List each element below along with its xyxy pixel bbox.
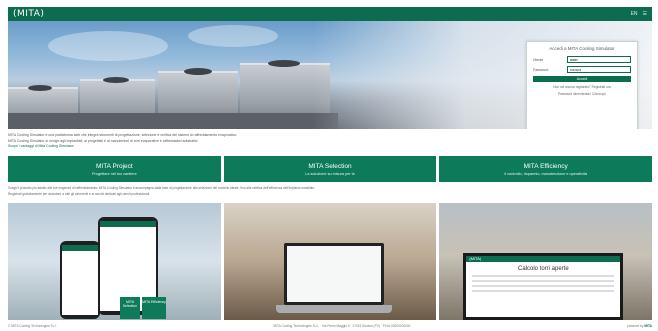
user-label: Utente: [533, 57, 544, 62]
login-user-row: Utente: [533, 56, 631, 63]
description-line: Registrati gratuitamente per accedere a …: [8, 192, 151, 196]
image-panels: MITA Selection MITA Efficiency (MITA) Ca…: [8, 203, 653, 320]
fan-icon: [103, 77, 129, 83]
hero-cloud: [48, 31, 168, 61]
login-panel: Accedi a MITA Cooling Simulator Utente P…: [526, 41, 638, 129]
footer-brand[interactable]: MITA: [644, 324, 652, 328]
tile-title: MITA Selection: [308, 162, 352, 170]
language-selector[interactable]: EN: [631, 11, 638, 17]
hero-pipes: [8, 113, 338, 129]
register-link[interactable]: Non sei ancora registrato? Registrati or…: [533, 85, 631, 89]
forgot-password-link[interactable]: Password dimenticata? Clicca qui: [533, 92, 631, 96]
phone-tile: MITA Efficiency: [142, 297, 166, 319]
login-title: Accedi a MITA Cooling Simulator: [549, 46, 615, 51]
footer-address: MITA Cooling Technologies S.r.l. · Via P…: [273, 324, 411, 328]
password-input[interactable]: [567, 66, 631, 73]
hero-banner: Accedi a MITA Cooling Simulator Utente P…: [8, 21, 652, 129]
product-tiles: MITA Project Progettare nel tuo cantiere…: [8, 156, 653, 182]
tile-mita-project[interactable]: MITA Project Progettare nel tuo cantiere: [8, 156, 221, 182]
footer-powered: powered by MITA: [627, 324, 652, 328]
monitor-image: (MITA) Calcolo torri aperte: [463, 253, 624, 320]
phone-image: [60, 241, 100, 319]
monitor-title: Calcolo torri aperte: [517, 266, 569, 272]
top-bar: (MITA) EN ☰: [8, 7, 652, 21]
tile-title: MITA Efficiency: [523, 162, 568, 170]
password-label: Password: [533, 67, 549, 72]
fan-icon: [268, 60, 300, 67]
login-password-row: Password: [533, 66, 631, 73]
laptop-base: [275, 305, 392, 313]
user-input[interactable]: [567, 56, 631, 63]
fan-icon: [184, 68, 212, 75]
tile-subtitle: Progettare nel tuo cantiere: [91, 171, 137, 176]
panel-laptop: [223, 203, 437, 320]
login-button[interactable]: Accedi: [533, 76, 631, 82]
hero-cloud: [188, 25, 278, 47]
fan-icon: [28, 85, 52, 91]
intro-text: MITA Cooling Simulator è una piattaforma…: [8, 133, 652, 150]
panel-mobile: MITA Selection MITA Efficiency: [8, 203, 221, 320]
monitor-logo: (MITA): [466, 256, 621, 262]
footer-copyright: © MITA Cooling Technologies S.r.l.: [8, 324, 57, 328]
menu-icon[interactable]: ☰: [643, 11, 647, 17]
tile-mita-efficiency[interactable]: MITA Efficiency Il controllo, risparmio,…: [439, 156, 653, 182]
tile-mita-selection[interactable]: MITA Selection La soluzione su misura pe…: [223, 156, 437, 182]
phone-tile: MITA Selection: [120, 297, 140, 319]
tile-subtitle: La soluzione su misura per te: [305, 171, 355, 176]
description-text: Scegli il prodotto più adatto alle tue e…: [8, 185, 652, 197]
laptop-image: [283, 243, 384, 305]
panel-monitor: (MITA) Calcolo torri aperte: [439, 203, 653, 320]
footer: © MITA Cooling Technologies S.r.l. MITA …: [8, 322, 652, 330]
mita-logo[interactable]: (MITA): [13, 9, 44, 19]
tile-title: MITA Project: [95, 162, 133, 170]
top-bar-actions: EN ☰: [631, 11, 647, 17]
tile-subtitle: Il controllo, risparmio, manutenzione e …: [504, 171, 588, 176]
intro-link[interactable]: Scopri i vantaggi di Mita Cooling Simula…: [8, 144, 652, 150]
powered-label: powered by: [627, 324, 644, 328]
